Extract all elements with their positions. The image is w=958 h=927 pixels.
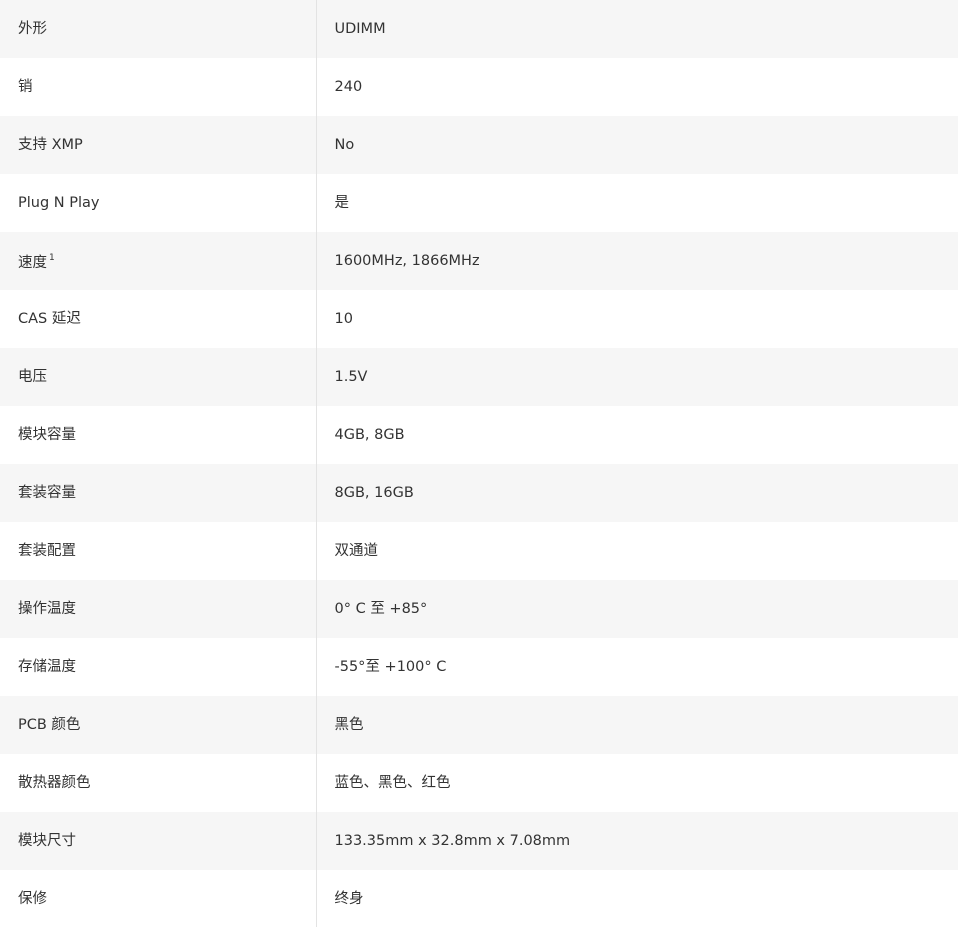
spec-value: 4GB, 8GB: [334, 427, 405, 443]
spec-value: 1.5V: [334, 369, 368, 385]
spec-label: 散热器颜色: [0, 754, 317, 812]
spec-row-module-capacity: 模块容量 4GB, 8GB: [0, 406, 958, 464]
spec-value: -55°至 +100° C: [334, 659, 447, 675]
spec-row-operating-temperature: 操作温度 0° C 至 +85°: [0, 580, 958, 638]
spec-label: 保修: [0, 870, 317, 927]
spec-label: 套装容量: [0, 464, 317, 522]
spec-value: 240: [334, 79, 363, 95]
spec-label: 销: [0, 58, 317, 116]
spec-row-speed: 速度 1 1600MHz, 1866MHz: [0, 232, 958, 290]
spec-value: UDIMM: [334, 21, 386, 37]
spec-value: 黑色: [334, 717, 364, 733]
spec-value: 蓝色、黑色、红色: [334, 775, 451, 791]
spec-row-xmp: 支持 XMP No: [0, 116, 958, 174]
spec-row-warranty: 保修 终身: [0, 870, 958, 927]
spec-table: 外形 UDIMM 销 240 支持 XMP No Plug N Play 是 速…: [0, 0, 958, 927]
spec-label: Plug N Play: [0, 174, 317, 232]
spec-label-cell: 速度 1: [0, 232, 317, 290]
spec-label: 外形: [0, 0, 317, 58]
spec-value: 133.35mm x 32.8mm x 7.08mm: [334, 833, 571, 849]
spec-row-form-factor: 外形 UDIMM: [0, 0, 958, 58]
spec-row-kit-configuration: 套装配置 双通道: [0, 522, 958, 580]
spec-row-pins: 销 240: [0, 58, 958, 116]
spec-value: 0° C 至 +85°: [334, 601, 428, 617]
spec-label: 模块容量: [0, 406, 317, 464]
spec-row-module-dimensions: 模块尺寸 133.35mm x 32.8mm x 7.08mm: [0, 812, 958, 870]
spec-label: 支持 XMP: [0, 116, 317, 174]
spec-row-heatsink-color: 散热器颜色 蓝色、黑色、红色: [0, 754, 958, 812]
spec-label: CAS 延迟: [0, 290, 317, 348]
spec-label: 操作温度: [0, 580, 317, 638]
spec-value: 1600MHz, 1866MHz: [334, 253, 480, 269]
spec-value: No: [334, 137, 355, 153]
spec-label: 模块尺寸: [0, 812, 317, 870]
spec-label: 存储温度: [0, 638, 317, 696]
spec-label: 套装配置: [0, 522, 317, 580]
spec-label: 速度: [18, 254, 47, 271]
spec-value: 终身: [334, 890, 364, 907]
spec-value: 双通道: [334, 543, 379, 559]
spec-row-kit-capacity: 套装容量 8GB, 16GB: [0, 464, 958, 522]
spec-value: 10: [334, 311, 353, 327]
spec-row-pcb-color: PCB 颜色 黑色: [0, 696, 958, 754]
spec-row-storage-temperature: 存储温度 -55°至 +100° C: [0, 638, 958, 696]
spec-value: 8GB, 16GB: [334, 485, 414, 501]
spec-row-voltage: 电压 1.5V: [0, 348, 958, 406]
spec-value: 是: [334, 195, 350, 211]
spec-row-cas-latency: CAS 延迟 10: [0, 290, 958, 348]
spec-label: 电压: [0, 348, 317, 406]
spec-label: PCB 颜色: [0, 696, 317, 754]
spec-row-plug-n-play: Plug N Play 是: [0, 174, 958, 232]
footnote-marker: 1: [49, 253, 55, 264]
